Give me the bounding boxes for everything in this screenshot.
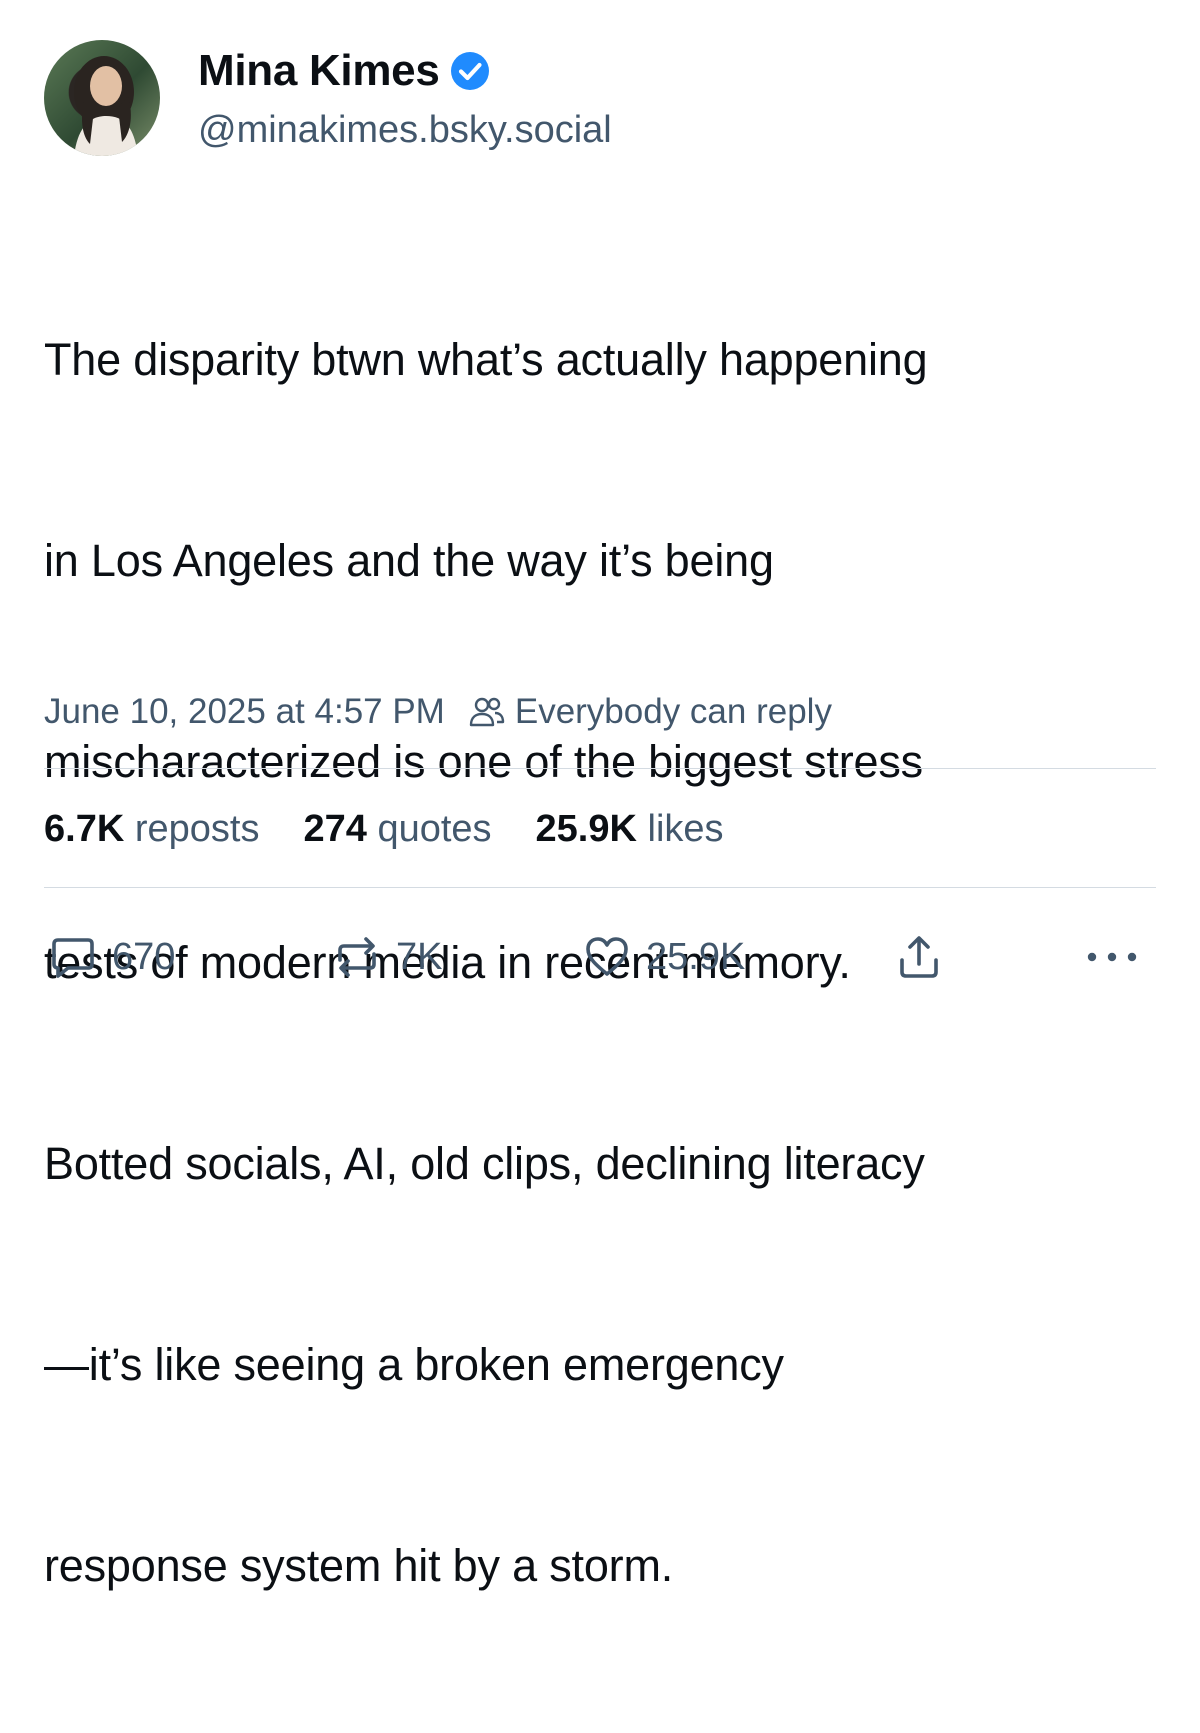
reply-setting: Everybody can reply	[469, 688, 832, 736]
post-text-line: —it’s like seeing a broken emergency	[44, 1339, 784, 1390]
quotes-stat[interactable]: 274 quotes	[303, 804, 491, 854]
divider	[44, 887, 1156, 888]
quotes-label: quotes	[377, 808, 492, 850]
action-bar: 670 7K 25.9K	[44, 922, 1156, 992]
post-timestamp[interactable]: June 10, 2025 at 4:57 PM	[44, 688, 445, 736]
engagement-stats: 6.7K reposts 274 quotes 25.9K likes	[44, 804, 768, 854]
post-text-line: response system hit by a storm.	[44, 1540, 674, 1591]
share-icon	[900, 936, 938, 978]
reposts-label: reposts	[134, 808, 260, 850]
people-icon	[469, 697, 505, 727]
repost-arrows-icon	[338, 937, 376, 977]
more-options-button[interactable]	[1084, 922, 1154, 992]
repost-button[interactable]: 7K	[332, 922, 442, 992]
post-meta: June 10, 2025 at 4:57 PM Everybody can r…	[44, 688, 832, 736]
likes-label: likes	[647, 808, 724, 850]
post-text-line: in Los Angeles and the way it’s being	[44, 535, 774, 586]
author-handle[interactable]: @minakimes.bsky.social	[198, 106, 612, 154]
post-header: Mina Kimes @minakimes.bsky.social	[44, 40, 1144, 160]
share-button[interactable]	[894, 922, 958, 992]
display-name[interactable]: Mina Kimes	[198, 44, 440, 98]
reply-count: 670	[112, 935, 176, 978]
post-text-line: Botted socials, AI, old clips, declining…	[44, 1138, 925, 1189]
verified-check-icon[interactable]	[450, 51, 490, 91]
reposts-count: 6.7K	[44, 808, 125, 850]
post-text-line: The disparity btwn what’s actually happe…	[44, 334, 928, 385]
divider	[44, 768, 1156, 769]
reposts-stat[interactable]: 6.7K reposts	[44, 804, 259, 854]
post-text-line: mischaracterized is one of the biggest s…	[44, 736, 923, 787]
reply-button[interactable]: 670	[48, 922, 175, 992]
like-count: 25.9K	[646, 935, 746, 978]
like-button[interactable]: 25.9K	[582, 922, 745, 992]
ellipsis-icon	[1087, 952, 1137, 962]
post-card: Mina Kimes @minakimes.bsky.social The di…	[0, 0, 1200, 1591]
avatar[interactable]	[44, 40, 160, 156]
speech-bubble-icon	[52, 938, 94, 978]
name-row: Mina Kimes	[198, 44, 490, 98]
reply-setting-label: Everybody can reply	[514, 692, 832, 731]
repost-count: 7K	[396, 935, 443, 978]
likes-stat[interactable]: 25.9K likes	[536, 804, 724, 854]
quotes-count: 274	[303, 808, 367, 850]
heart-icon	[586, 937, 628, 976]
likes-count: 25.9K	[535, 808, 637, 850]
